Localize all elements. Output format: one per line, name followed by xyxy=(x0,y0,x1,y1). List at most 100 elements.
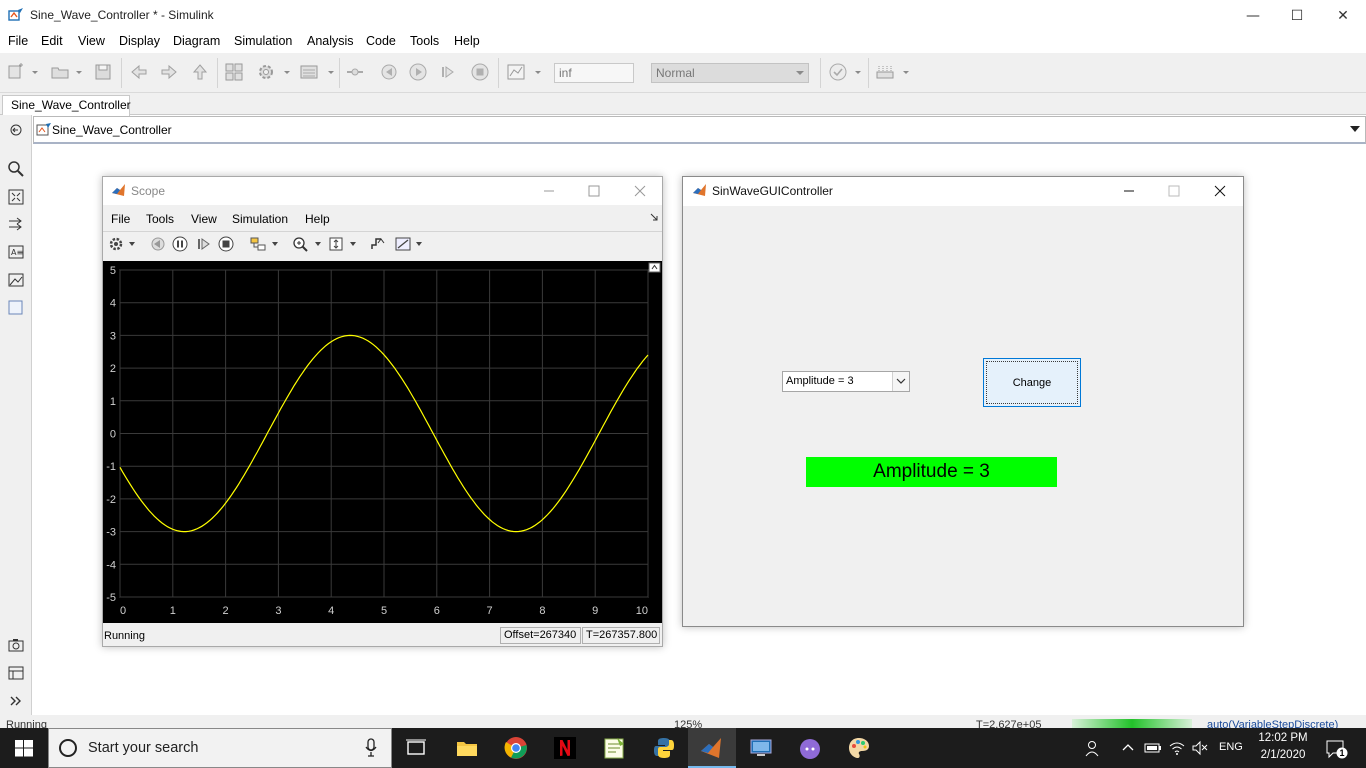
stop-icon[interactable] xyxy=(218,236,234,252)
scope-menu-file[interactable]: File xyxy=(111,212,130,226)
menu-edit[interactable]: Edit xyxy=(41,34,63,48)
scale-axes-icon[interactable] xyxy=(328,236,344,252)
menu-code[interactable]: Code xyxy=(366,34,396,48)
chevron-down-icon[interactable] xyxy=(128,240,136,248)
scope-minimize-icon[interactable] xyxy=(542,184,556,198)
scope-maximize-icon[interactable] xyxy=(587,184,601,198)
scope-menu-view[interactable]: View xyxy=(191,212,217,226)
people-icon[interactable] xyxy=(1085,739,1101,757)
stop-time-input[interactable]: inf xyxy=(554,63,634,83)
save-icon[interactable] xyxy=(93,62,113,82)
data-inspector-icon[interactable] xyxy=(506,62,526,82)
chevron-down-icon[interactable] xyxy=(349,240,357,248)
hide-browser-icon[interactable] xyxy=(8,123,24,137)
close-button[interactable]: ✕ xyxy=(1320,0,1366,31)
back-arrow-icon[interactable] xyxy=(129,62,149,82)
task-view-icon[interactable] xyxy=(404,736,428,760)
zoom-icon[interactable] xyxy=(7,160,25,178)
chevron-down-icon[interactable] xyxy=(326,62,336,82)
gui-maximize-icon[interactable] xyxy=(1167,184,1181,198)
chevron-down-icon[interactable] xyxy=(415,240,423,248)
cat-app-icon[interactable] xyxy=(798,736,822,760)
notification-icon[interactable] xyxy=(1325,739,1349,759)
chevron-down-icon[interactable] xyxy=(314,240,322,248)
python-icon[interactable] xyxy=(652,736,676,760)
chevron-down-icon[interactable] xyxy=(271,240,279,248)
scope-menu-simulation[interactable]: Simulation xyxy=(232,212,288,226)
scope-plot[interactable]: 0 1 2 3 4 5 6 7 8 9 10543210-1-2-3-4-5 xyxy=(103,261,662,623)
chevron-up-icon[interactable] xyxy=(1121,742,1135,752)
dropdown-button[interactable] xyxy=(892,372,909,391)
remote-desktop-icon[interactable] xyxy=(749,736,773,760)
notepad-plus-icon[interactable] xyxy=(602,736,626,760)
menu-display[interactable]: Display xyxy=(119,34,160,48)
build-model-icon[interactable] xyxy=(875,62,895,82)
menu-analysis[interactable]: Analysis xyxy=(307,34,354,48)
run-icon[interactable] xyxy=(408,62,428,82)
chevron-down-icon[interactable] xyxy=(74,62,84,82)
change-button[interactable]: Change xyxy=(983,358,1081,407)
library-browser-icon[interactable] xyxy=(224,62,244,82)
update-diagram-icon[interactable] xyxy=(345,62,365,82)
step-back-icon[interactable] xyxy=(378,62,398,82)
chrome-icon[interactable] xyxy=(504,736,528,760)
image-icon[interactable] xyxy=(7,272,25,288)
gui-minimize-icon[interactable] xyxy=(1122,184,1136,198)
trigger-icon[interactable] xyxy=(369,236,385,252)
menu-file[interactable]: File xyxy=(8,34,28,48)
simulation-mode-select[interactable]: Normal xyxy=(651,63,809,83)
maximize-button[interactable]: ☐ xyxy=(1274,0,1320,31)
paint-icon[interactable] xyxy=(847,736,871,760)
chevron-down-icon[interactable] xyxy=(533,62,543,82)
clock-time[interactable]: 12:02 PM xyxy=(1258,732,1308,744)
step-back-icon[interactable] xyxy=(149,236,165,252)
menu-simulation[interactable]: Simulation xyxy=(234,34,292,48)
matlab-icon[interactable] xyxy=(700,736,724,760)
breadcrumb-item[interactable]: Sine_Wave_Controller xyxy=(52,123,172,137)
up-arrow-icon[interactable] xyxy=(190,62,210,82)
screenshot-icon[interactable] xyxy=(7,637,25,653)
forward-arrow-icon[interactable] xyxy=(159,62,179,82)
model-explorer-icon[interactable] xyxy=(299,62,319,82)
chevron-down-icon[interactable] xyxy=(282,62,292,82)
open-folder-icon[interactable] xyxy=(50,62,70,82)
gear-icon[interactable] xyxy=(256,62,276,82)
menu-tools[interactable]: Tools xyxy=(410,34,439,48)
area-icon[interactable] xyxy=(8,300,24,316)
highlight-block-icon[interactable] xyxy=(249,236,267,252)
minimize-button[interactable]: — xyxy=(1230,0,1276,31)
scope-menu-tools[interactable]: Tools xyxy=(146,212,174,226)
fit-to-view-icon[interactable] xyxy=(7,188,25,206)
microphone-icon[interactable] xyxy=(364,738,378,758)
wifi-icon[interactable] xyxy=(1168,740,1186,756)
measurements-icon[interactable] xyxy=(394,236,412,252)
chevron-down-icon[interactable] xyxy=(1349,125,1361,133)
file-explorer-icon[interactable] xyxy=(455,736,479,760)
new-model-icon[interactable] xyxy=(6,62,26,82)
volume-muted-icon[interactable] xyxy=(1191,740,1209,756)
tab-sine-wave-controller[interactable]: Sine_Wave_Controller xyxy=(2,95,131,116)
step-forward-icon[interactable] xyxy=(438,62,458,82)
chevron-down-icon[interactable] xyxy=(853,62,863,82)
language-indicator[interactable]: ENG xyxy=(1219,741,1243,753)
signal-routing-icon[interactable] xyxy=(7,216,25,232)
menu-help[interactable]: Help xyxy=(454,34,480,48)
menu-view[interactable]: View xyxy=(78,34,105,48)
model-browser-icon[interactable] xyxy=(7,665,25,681)
chevron-down-icon[interactable] xyxy=(30,62,40,82)
gear-icon[interactable] xyxy=(108,236,124,252)
zoom-in-icon[interactable] xyxy=(292,236,310,252)
stop-icon[interactable] xyxy=(470,62,490,82)
pause-icon[interactable] xyxy=(172,236,188,252)
netflix-icon[interactable] xyxy=(553,736,577,760)
menu-diagram[interactable]: Diagram xyxy=(173,34,220,48)
windows-start-icon[interactable] xyxy=(15,740,33,757)
scope-close-icon[interactable] xyxy=(633,184,647,198)
clock-date[interactable]: 2/1/2020 xyxy=(1258,749,1308,761)
step-forward-icon[interactable] xyxy=(195,236,211,252)
annotation-icon[interactable]: A≡ xyxy=(7,244,25,260)
dock-arrow-icon[interactable] xyxy=(650,213,658,221)
scope-menu-help[interactable]: Help xyxy=(305,212,330,226)
amplitude-dropdown[interactable]: Amplitude = 3 xyxy=(782,371,910,392)
chevron-down-icon[interactable] xyxy=(901,62,911,82)
